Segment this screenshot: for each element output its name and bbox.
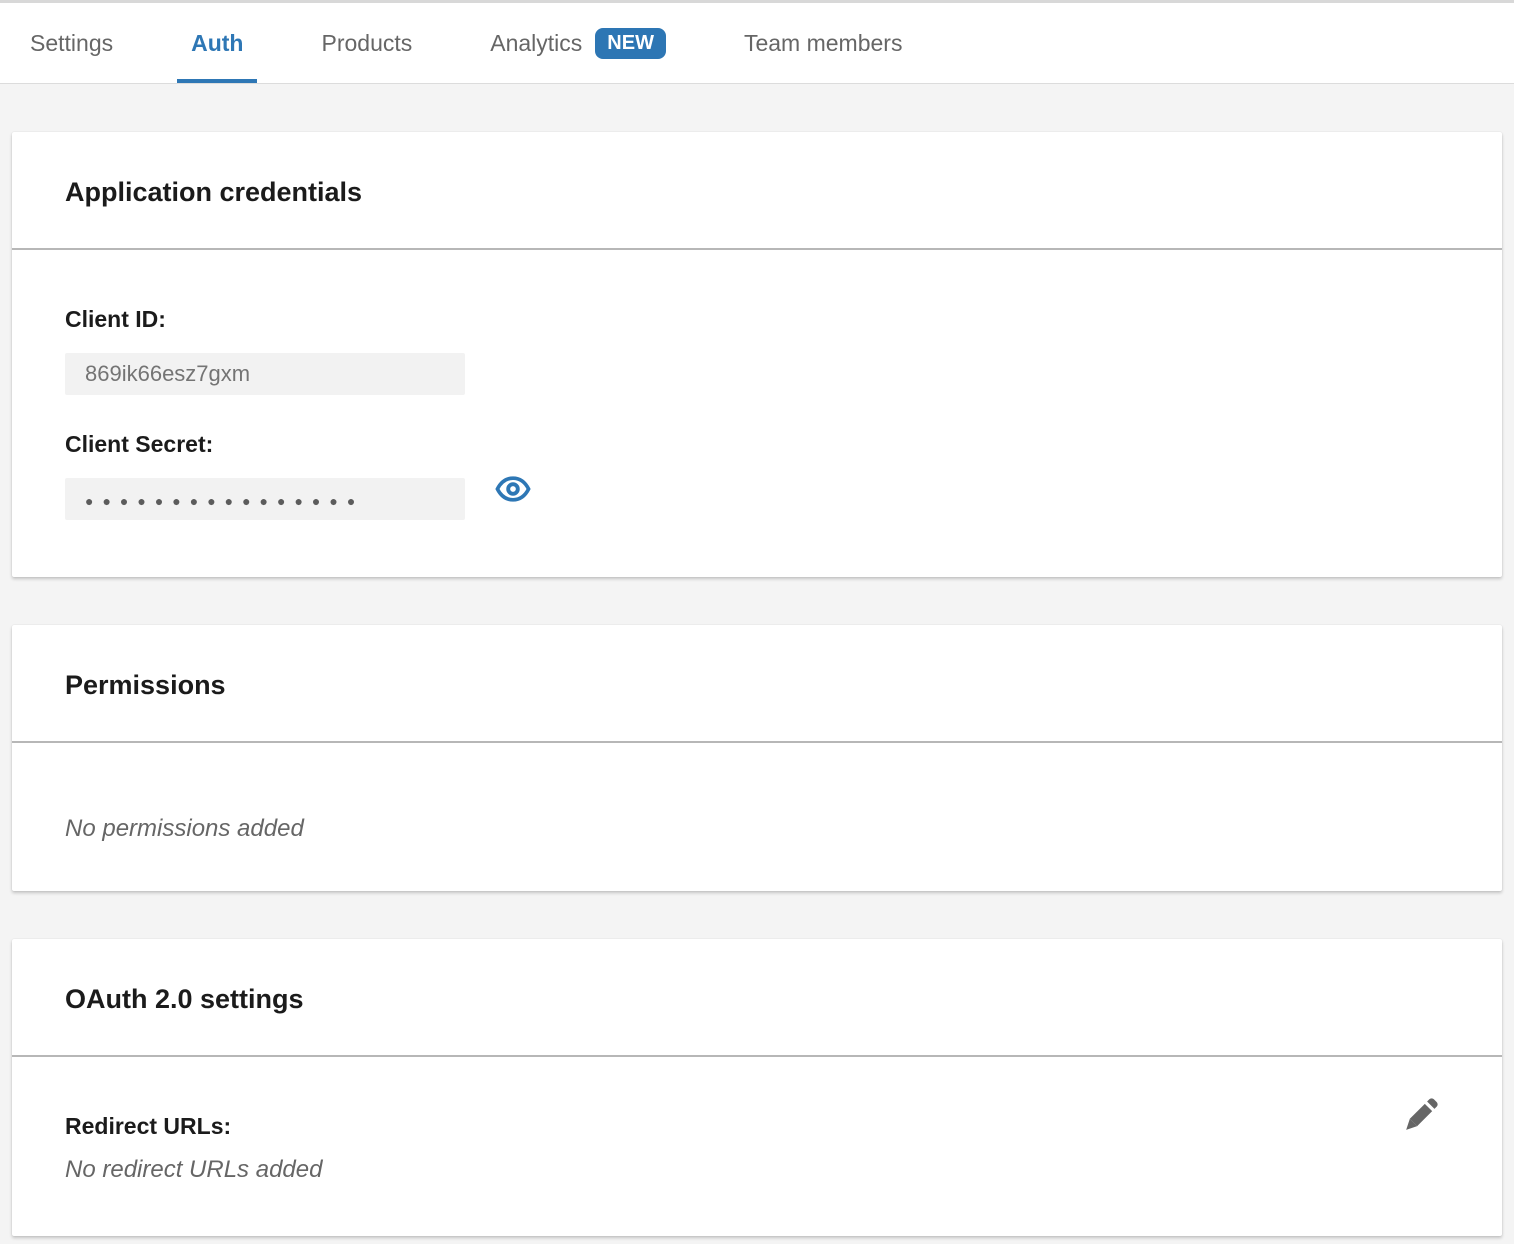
reveal-secret-button[interactable] [495, 475, 531, 503]
client-id-label: Client ID: [65, 306, 1449, 333]
oauth-settings-header: OAuth 2.0 settings [12, 939, 1502, 1057]
application-credentials-card: Application credentials Client ID: 869ik… [12, 132, 1502, 577]
application-credentials-title: Application credentials [65, 177, 362, 207]
tab-auth-label: Auth [191, 30, 243, 57]
tab-team-members[interactable]: Team members [730, 3, 916, 83]
client-secret-label: Client Secret: [65, 431, 1449, 458]
eye-icon [495, 475, 531, 503]
permissions-body: No permissions added [12, 743, 1502, 891]
permissions-card: Permissions No permissions added [12, 625, 1502, 891]
client-secret-field[interactable]: ●●●●●●●●●●●●●●●● [65, 478, 465, 520]
oauth-settings-title: OAuth 2.0 settings [65, 984, 304, 1014]
app-tab-bar: Settings Auth Products Analytics NEW Tea… [0, 0, 1514, 84]
redirect-urls-empty-text: No redirect URLs added [65, 1156, 1449, 1184]
new-badge: NEW [595, 28, 666, 59]
pencil-icon [1398, 1090, 1446, 1138]
edit-redirect-urls-button[interactable] [1398, 1090, 1446, 1138]
tab-team-members-label: Team members [744, 30, 902, 57]
tab-settings[interactable]: Settings [16, 3, 127, 83]
tab-products-label: Products [321, 30, 412, 57]
permissions-title: Permissions [65, 670, 226, 700]
client-secret-row: ●●●●●●●●●●●●●●●● [65, 458, 1449, 520]
oauth-settings-card: OAuth 2.0 settings Redirect URLs: No red… [12, 939, 1502, 1236]
oauth-settings-body: Redirect URLs: No redirect URLs added [12, 1057, 1502, 1236]
client-id-field[interactable]: 869ik66esz7gxm [65, 353, 465, 395]
application-credentials-header: Application credentials [12, 132, 1502, 250]
tab-products[interactable]: Products [307, 3, 426, 83]
tab-auth[interactable]: Auth [177, 3, 257, 83]
permissions-header: Permissions [12, 625, 1502, 743]
redirect-urls-label: Redirect URLs: [65, 1113, 1449, 1140]
tab-analytics-label: Analytics [490, 30, 582, 57]
client-secret-masked-value: ●●●●●●●●●●●●●●●● [85, 493, 364, 509]
application-credentials-body: Client ID: 869ik66esz7gxm Client Secret:… [12, 250, 1502, 577]
permissions-empty-text: No permissions added [65, 815, 1449, 843]
tab-analytics[interactable]: Analytics NEW [476, 3, 680, 83]
tab-settings-label: Settings [30, 30, 113, 57]
